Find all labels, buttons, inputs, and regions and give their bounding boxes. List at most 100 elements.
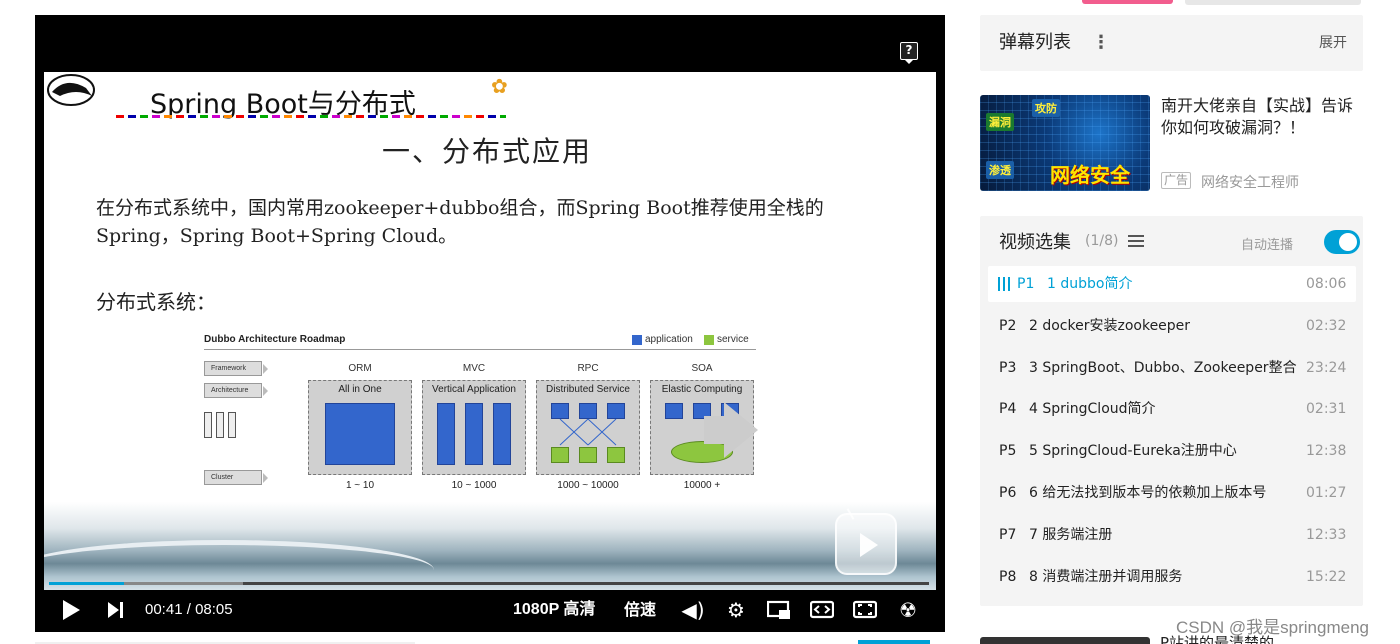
episode-duration: 12:33 bbox=[1306, 526, 1347, 543]
episode-number: P7 bbox=[999, 526, 1017, 543]
episode-duration: 15:22 bbox=[1306, 568, 1347, 585]
expand-button[interactable]: 展开 bbox=[1319, 15, 1347, 71]
now-playing-icon bbox=[998, 277, 1010, 291]
speed-button[interactable]: 倍速 bbox=[624, 593, 656, 627]
episode-duration: 02:31 bbox=[1306, 401, 1347, 418]
collection-count: (1/8) bbox=[1085, 233, 1119, 249]
stage-label: Vertical Application bbox=[432, 384, 516, 395]
stage-range: 10000 + bbox=[683, 480, 721, 491]
page: ? ✿ Spring Boot与分布式 一、分布式应用 在分布式系统中，国内常用… bbox=[0, 0, 1400, 644]
time-separator: / bbox=[186, 601, 191, 618]
legend-service: service bbox=[704, 334, 749, 345]
ad-card[interactable]: 漏洞 攻防 渗透 网络安全 南开大佬亲自【实战】告诉你如何攻破漏洞？！ 广告 网… bbox=[980, 95, 1370, 195]
title-underline bbox=[116, 115, 506, 118]
service-box bbox=[579, 447, 597, 463]
stage-label: Distributed Service bbox=[546, 384, 630, 395]
thumb-tag: 攻防 bbox=[1032, 99, 1060, 117]
ad-title[interactable]: 南开大佬亲自【实战】告诉你如何攻破漏洞？！ bbox=[1161, 95, 1366, 139]
horse-logo-icon bbox=[47, 74, 95, 106]
top-gray-button-edge[interactable] bbox=[1185, 0, 1361, 5]
episode-number: P5 bbox=[999, 443, 1017, 460]
legend-swatch bbox=[704, 334, 714, 345]
episode-item[interactable]: P1 1 dubbo简介 08:06 bbox=[988, 266, 1356, 302]
picture-in-picture-icon[interactable] bbox=[765, 593, 793, 627]
play-icon[interactable] bbox=[59, 593, 83, 627]
episode-number: P8 bbox=[999, 568, 1017, 585]
thumb-tag: 渗透 bbox=[986, 161, 1014, 179]
episode-item[interactable]: P7 7 服务端注册 12:33 bbox=[988, 517, 1356, 553]
list-view-icon[interactable] bbox=[1128, 235, 1144, 247]
volume-icon[interactable]: ◀) bbox=[679, 593, 707, 627]
video-player[interactable]: ? ✿ Spring Boot与分布式 一、分布式应用 在分布式系统中，国内常用… bbox=[35, 15, 945, 632]
current-time: 00:41 bbox=[145, 601, 183, 618]
progress-bar[interactable] bbox=[49, 582, 929, 585]
ad-source[interactable]: 网络安全工程师 bbox=[1201, 172, 1299, 192]
service-box bbox=[551, 447, 569, 463]
stage-orm: All in One bbox=[308, 380, 412, 475]
episode-duration: 23:24 bbox=[1306, 359, 1347, 376]
episode-number: P1 bbox=[1017, 276, 1035, 292]
time-display: 00:41 / 08:05 bbox=[145, 593, 233, 627]
episode-title: 8 消费端注册并调用服务 bbox=[1029, 568, 1183, 585]
episode-item[interactable]: P2 2 docker安装zookeeper 02:32 bbox=[988, 308, 1356, 344]
diagram-rule bbox=[204, 349, 756, 350]
slide-subheading: 分布式系统： bbox=[96, 290, 216, 314]
top-pink-button-edge[interactable] bbox=[1082, 0, 1173, 4]
slide-heading: 一、分布式应用 bbox=[382, 135, 593, 168]
stage-mvc: Vertical Application bbox=[422, 380, 526, 475]
bottom-blue-button-edge[interactable] bbox=[858, 640, 930, 644]
quality-button[interactable]: 1080P 高清 bbox=[513, 593, 595, 627]
bottom-thumbnail-edge[interactable] bbox=[980, 637, 1150, 644]
dubbo-architecture-diagram: Dubbo Architecture Roadmap application s… bbox=[204, 330, 764, 495]
big-play-icon[interactable] bbox=[835, 513, 897, 575]
server-column bbox=[204, 412, 212, 438]
progress-played bbox=[49, 582, 124, 585]
tag-cluster: Cluster bbox=[204, 470, 268, 485]
autoplay-toggle[interactable] bbox=[1324, 230, 1360, 254]
stage-range: 10 ~ 1000 bbox=[451, 480, 497, 491]
application-box bbox=[325, 403, 395, 465]
episode-title: 1 dubbo简介 bbox=[1047, 276, 1133, 292]
widescreen-icon[interactable] bbox=[808, 593, 836, 627]
rpc-links bbox=[559, 419, 617, 446]
episode-item[interactable]: P5 5 SpringCloud-Eureka注册中心 12:38 bbox=[988, 433, 1356, 469]
legend-application: application bbox=[632, 334, 693, 345]
danmaku-list-panel[interactable]: 弹幕列表 ⋮ 展开 bbox=[980, 15, 1363, 71]
episode-title: 3 SpringBoot、Dubbo、Zookeeper整合 bbox=[1029, 359, 1297, 376]
stage-range: 1000 ~ 10000 bbox=[557, 480, 619, 491]
episode-title: 5 SpringCloud-Eureka注册中心 bbox=[1029, 443, 1237, 460]
episode-title: 7 服务端注册 bbox=[1029, 526, 1113, 543]
episode-title: 2 docker安装zookeeper bbox=[1029, 317, 1191, 334]
settings-icon[interactable]: ⚙ bbox=[722, 593, 750, 627]
help-icon[interactable]: ? bbox=[900, 42, 918, 64]
stage-rpc: Distributed Service bbox=[536, 380, 640, 475]
fullscreen-icon[interactable]: ☢ bbox=[894, 593, 922, 627]
tag-framework: Framework bbox=[204, 361, 268, 376]
legend-label: service bbox=[717, 334, 749, 345]
more-options-icon[interactable]: ⋮ bbox=[1092, 15, 1110, 71]
stage-label: All in One bbox=[338, 384, 382, 395]
web-fullscreen-icon[interactable] bbox=[851, 593, 879, 627]
application-box bbox=[437, 403, 455, 465]
episode-item[interactable]: P3 3 SpringBoot、Dubbo、Zookeeper整合 23:24 bbox=[988, 350, 1356, 386]
next-icon[interactable] bbox=[103, 593, 127, 627]
application-box bbox=[607, 403, 625, 419]
episode-item[interactable]: P6 6 给无法找到版本号的依赖加上版本号 01:27 bbox=[988, 475, 1356, 511]
ad-thumbnail[interactable]: 漏洞 攻防 渗透 网络安全 bbox=[980, 95, 1150, 191]
episode-item[interactable]: P4 4 SpringCloud简介 02:31 bbox=[988, 391, 1356, 427]
stage-name: ORM bbox=[348, 363, 372, 374]
episode-number: P2 bbox=[999, 317, 1017, 334]
autoplay-label: 自动连播 bbox=[1241, 238, 1294, 253]
episode-duration: 08:06 bbox=[1306, 276, 1347, 292]
bottom-recommend-title[interactable]: P站讲的最清楚的 bbox=[1160, 632, 1274, 644]
episode-item[interactable]: P8 8 消费端注册并调用服务 15:22 bbox=[988, 559, 1356, 595]
legend-swatch bbox=[632, 334, 642, 345]
episode-duration: 12:38 bbox=[1306, 443, 1347, 460]
episode-number: P4 bbox=[999, 401, 1017, 418]
tag-architecture: Architecture bbox=[204, 383, 268, 398]
service-box bbox=[607, 447, 625, 463]
legend-label: application bbox=[645, 334, 693, 345]
stage-label: Elastic Computing bbox=[661, 384, 743, 395]
stage-range: 1 ~ 10 bbox=[345, 480, 375, 491]
ad-badge: 广告 bbox=[1161, 172, 1192, 189]
